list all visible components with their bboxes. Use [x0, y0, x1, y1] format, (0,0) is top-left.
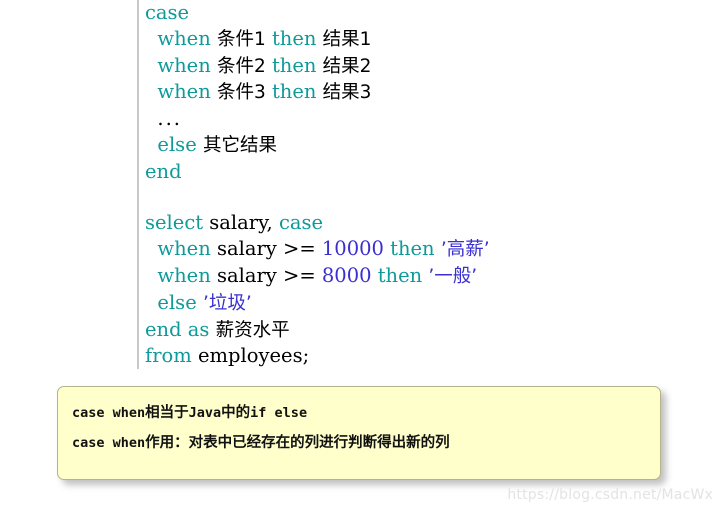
code-line: else ’垃圾’: [145, 290, 657, 317]
code-line: else 其它结果: [145, 132, 657, 159]
note-token-ascii: case when: [72, 405, 146, 421]
code-token-num: 8000: [321, 263, 372, 287]
note-callout-box: case when相当于Java中的if else case when作用：对表…: [57, 386, 661, 480]
code-token-kw: as: [187, 317, 210, 341]
code-token-plain: salary >=: [210, 263, 322, 287]
note-token-ascii: Java: [188, 405, 222, 421]
note-line-1: case when相当于Java中的if else: [72, 401, 307, 422]
code-token-cjk: 薪资水平: [215, 319, 290, 341]
code-line: when 条件3 then 结果3: [145, 79, 657, 106]
note-token-han: 作用：对表中已经存在的列进行判断得出新的列: [145, 435, 450, 451]
code-token-kw: then: [390, 237, 435, 261]
code-line: ...: [145, 106, 657, 132]
watermark-text: https://blog.csdn.net/MacWx: [507, 487, 713, 503]
code-token-cjk: 结果3: [322, 82, 372, 104]
code-token-num: 10000: [321, 237, 384, 261]
note-token-han: 相当于: [145, 405, 189, 421]
code-token-kw: then: [377, 263, 423, 287]
code-token-kw: when: [157, 26, 211, 50]
code-token-cjkstr: ’一般’: [428, 265, 478, 287]
code-line: when salary >= 8000 then ’一般’: [145, 263, 657, 290]
code-token-kw: when: [157, 263, 211, 287]
code-token-cjkstr: ’高薪’: [440, 239, 490, 261]
code-token-cjk: 条件1: [216, 28, 266, 50]
code-token-kw: when: [157, 237, 211, 261]
code-token-plain: salary,: [203, 211, 279, 235]
code-token-dots: ...: [157, 107, 183, 131]
code-token-kw: from: [145, 344, 192, 368]
code-token-kw: else: [157, 132, 197, 156]
note-token-ascii: case when: [72, 435, 146, 451]
code-token-cjk: 条件3: [216, 82, 266, 104]
code-token-kw: end: [145, 317, 182, 341]
code-line: case: [145, 0, 657, 26]
code-token-kw: when: [157, 80, 211, 104]
code-token-kw: else: [157, 290, 197, 314]
code-token-kw: case: [145, 1, 190, 24]
code-token-kw: case: [278, 211, 324, 235]
code-token-kw: end: [145, 159, 182, 183]
code-line: when salary >= 10000 then ’高薪’: [145, 236, 657, 263]
code-token-cjk: 结果2: [322, 55, 372, 77]
code-token-cjk: 结果1: [322, 28, 372, 50]
code-token-kw: then: [271, 53, 317, 77]
code-line: end as 薪资水平: [145, 317, 657, 344]
code-token-kw: select: [145, 211, 204, 235]
code-line: from employees;: [145, 343, 657, 369]
code-line: select salary, case: [145, 210, 657, 236]
code-token-kw: when: [157, 53, 211, 77]
note-token-ascii: if else: [250, 405, 308, 421]
note-line-2: case when作用：对表中已经存在的列进行判断得出新的列: [72, 431, 450, 452]
code-token-kw: then: [271, 26, 317, 50]
sql-code-block: case when 条件1 then 结果1 when 条件2 then 结果2…: [137, 0, 657, 370]
code-token-kw: then: [271, 80, 317, 104]
code-token-cjk: 其它结果: [202, 134, 277, 156]
code-line: when 条件2 then 结果2: [145, 53, 657, 80]
code-token-cjkstr: ’垃圾’: [202, 292, 252, 314]
code-line: when 条件1 then 结果1: [145, 26, 657, 53]
note-token-han: 中的: [221, 405, 251, 421]
code-token-plain: employees;: [191, 344, 310, 368]
code-token-plain: salary >=: [210, 237, 322, 261]
code-token-cjk: 条件2: [216, 55, 266, 77]
code-line: end: [145, 159, 657, 185]
